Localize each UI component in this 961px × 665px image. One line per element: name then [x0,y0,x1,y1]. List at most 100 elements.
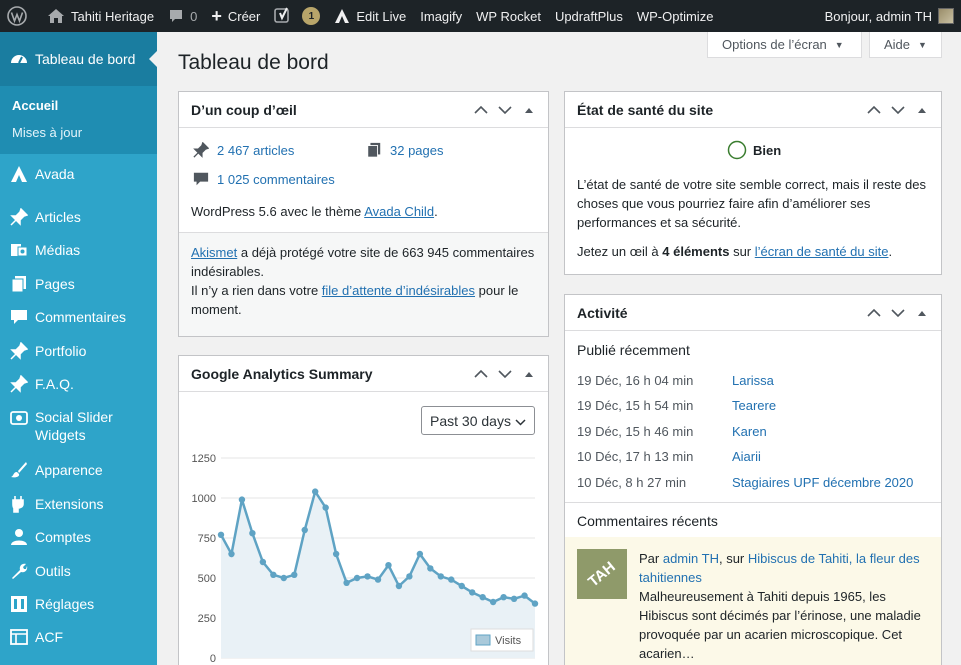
move-down-icon[interactable] [498,367,512,381]
divider [565,502,941,503]
plus-icon: + [211,5,222,26]
data-point [259,558,267,566]
sidebar-item-tools[interactable]: Outils [0,554,157,587]
sidebar-item-appearance[interactable]: Apparence [0,454,157,487]
move-down-icon[interactable] [891,306,905,320]
analytics-widget: Google Analytics Summary Past 30 days 0 2… [178,355,549,665]
sidebar-item-label: Tableau de bord [35,51,136,67]
akismet-box: Akismet a déjà protégé votre site de 663… [179,232,548,336]
list-item: 19 Déc, 15 h 46 min Karen [577,419,929,444]
data-point [249,530,256,537]
articles-count-link[interactable]: 2 467 articles [217,143,294,158]
theme-link[interactable]: Avada Child [364,204,434,219]
wp-version: WordPress 5.6 avec le thème Avada Child. [191,204,438,219]
help-button[interactable]: Aide ▼ [869,32,942,58]
data-point [479,594,486,601]
screen-options-button[interactable]: Options de l’écran ▼ [707,32,862,58]
edit-live-menu[interactable]: Edit Live [327,0,413,32]
sidebar-item-dashboard[interactable]: Tableau de bord [0,32,157,86]
sidebar-item-users[interactable]: Comptes [0,521,157,554]
submenu-updates[interactable]: Mises à jour [0,119,157,146]
sidebar-item-faq[interactable]: F.A.Q. [0,367,157,400]
yoast-menu[interactable]: 1 [267,0,327,32]
y-tick-label: 1000 [192,493,216,505]
post-date: 10 Déc, 17 h 13 min [577,449,694,464]
greeting: Bonjour, admin TH [824,8,932,24]
sidebar-item-acf[interactable]: ACF [0,621,157,654]
post-link[interactable]: Larissa [732,373,774,388]
comments-menu[interactable]: 0 [161,0,204,32]
widget-title: Activité [577,304,628,321]
collapse-icon[interactable] [522,103,536,117]
post-link[interactable]: Karen [732,424,767,439]
pages-count-link[interactable]: 32 pages [390,143,444,158]
yoast-badge: 1 [302,7,321,25]
wp-rocket-menu[interactable]: WP Rocket [469,0,548,32]
sidebar-item-pages[interactable]: Pages [0,267,157,300]
user-icon [9,527,29,547]
move-up-icon[interactable] [867,103,881,117]
site-name-menu[interactable]: Tahiti Heritage [40,0,161,32]
period-select[interactable]: Past 30 days [421,406,535,435]
activity-widget: Activité Publié récemment 19 Déc, 16 h 0… [564,294,942,665]
sidebar-item-portfolio[interactable]: Portfolio [0,334,157,367]
data-point [270,571,277,578]
cta-count: 4 éléments [662,244,730,259]
edit-live-icon [334,8,350,24]
move-down-icon[interactable] [891,103,905,117]
akismet-link[interactable]: Akismet [191,245,237,260]
move-up-icon[interactable] [474,103,488,117]
sidebar-item-label: Extensions [35,495,104,512]
data-point [353,574,361,582]
collapse-icon[interactable] [915,103,929,117]
glance-pages[interactable]: 32 pages [366,142,444,158]
sidebar-item-label: Réglages [35,595,95,612]
avatar [938,8,954,24]
comment-avatar: TAH [577,549,627,599]
my-account-menu[interactable]: Bonjour, admin TH [818,0,961,32]
move-up-icon[interactable] [474,367,488,381]
sidebar-item-plugins[interactable]: Extensions [0,487,157,520]
post-link[interactable]: Aiarii [732,449,761,464]
recent-posts-title: Publié récemment [577,342,690,358]
post-link[interactable]: Tearere [732,398,776,413]
imagify-menu[interactable]: Imagify [413,0,469,32]
site-health-widget: État de santé du site Bien L’état de san… [564,91,942,275]
sidebar-item-media[interactable]: Médias [0,234,157,267]
sidebar-item-articles[interactable]: Articles [0,200,157,233]
new-content-menu[interactable]: + Créer [204,0,267,32]
move-up-icon[interactable] [867,306,881,320]
data-point [217,531,225,538]
avatar-text: TAH [585,557,619,591]
comment-author-link[interactable]: admin TH [663,551,719,566]
settings-icon [9,594,29,614]
glance-comments[interactable]: 1 025 commentaires [193,171,335,187]
sidebar-item-label: Avada [35,165,75,182]
list-item: 10 Déc, 8 h 27 min Stagiaires UPF décembr… [577,470,929,495]
widget-title: Google Analytics Summary [191,365,373,382]
sidebar-item-avada[interactable]: Avada [0,157,157,190]
submenu-home[interactable]: Accueil [0,92,157,119]
at-a-glance-widget: D’un coup d’œil 2 467 articles 32 pages … [178,91,549,337]
site-health-link[interactable]: l’écran de santé du site [755,244,889,259]
comment-item: TAH Par admin TH, sur Hibiscus de Tahiti… [565,537,941,665]
wp-logo-menu[interactable] [0,0,40,32]
sidebar-item-social-slider[interactable]: Social Slider Widgets [0,401,157,449]
data-point [374,576,382,583]
glance-articles[interactable]: 2 467 articles [193,142,294,158]
comments-count-link[interactable]: 1 025 commentaires [217,172,335,187]
updraftplus-menu[interactable]: UpdraftPlus [548,0,630,32]
wp-optimize-menu[interactable]: WP-Optimize [630,0,721,32]
post-link[interactable]: Stagiaires UPF décembre 2020 [732,475,913,490]
data-point [291,571,298,578]
sidebar-item-settings[interactable]: Réglages [0,587,157,620]
plugin-icon [9,494,29,514]
widget-header: Activité [565,295,941,331]
spam-queue-link[interactable]: file d’attente d’indésirables [322,283,475,298]
caret-down-icon: ▼ [834,39,844,50]
collapse-icon[interactable] [915,306,929,320]
move-down-icon[interactable] [498,103,512,117]
sidebar-item-comments[interactable]: Commentaires [0,301,157,334]
collapse-icon[interactable] [522,367,536,381]
data-point [448,576,455,583]
